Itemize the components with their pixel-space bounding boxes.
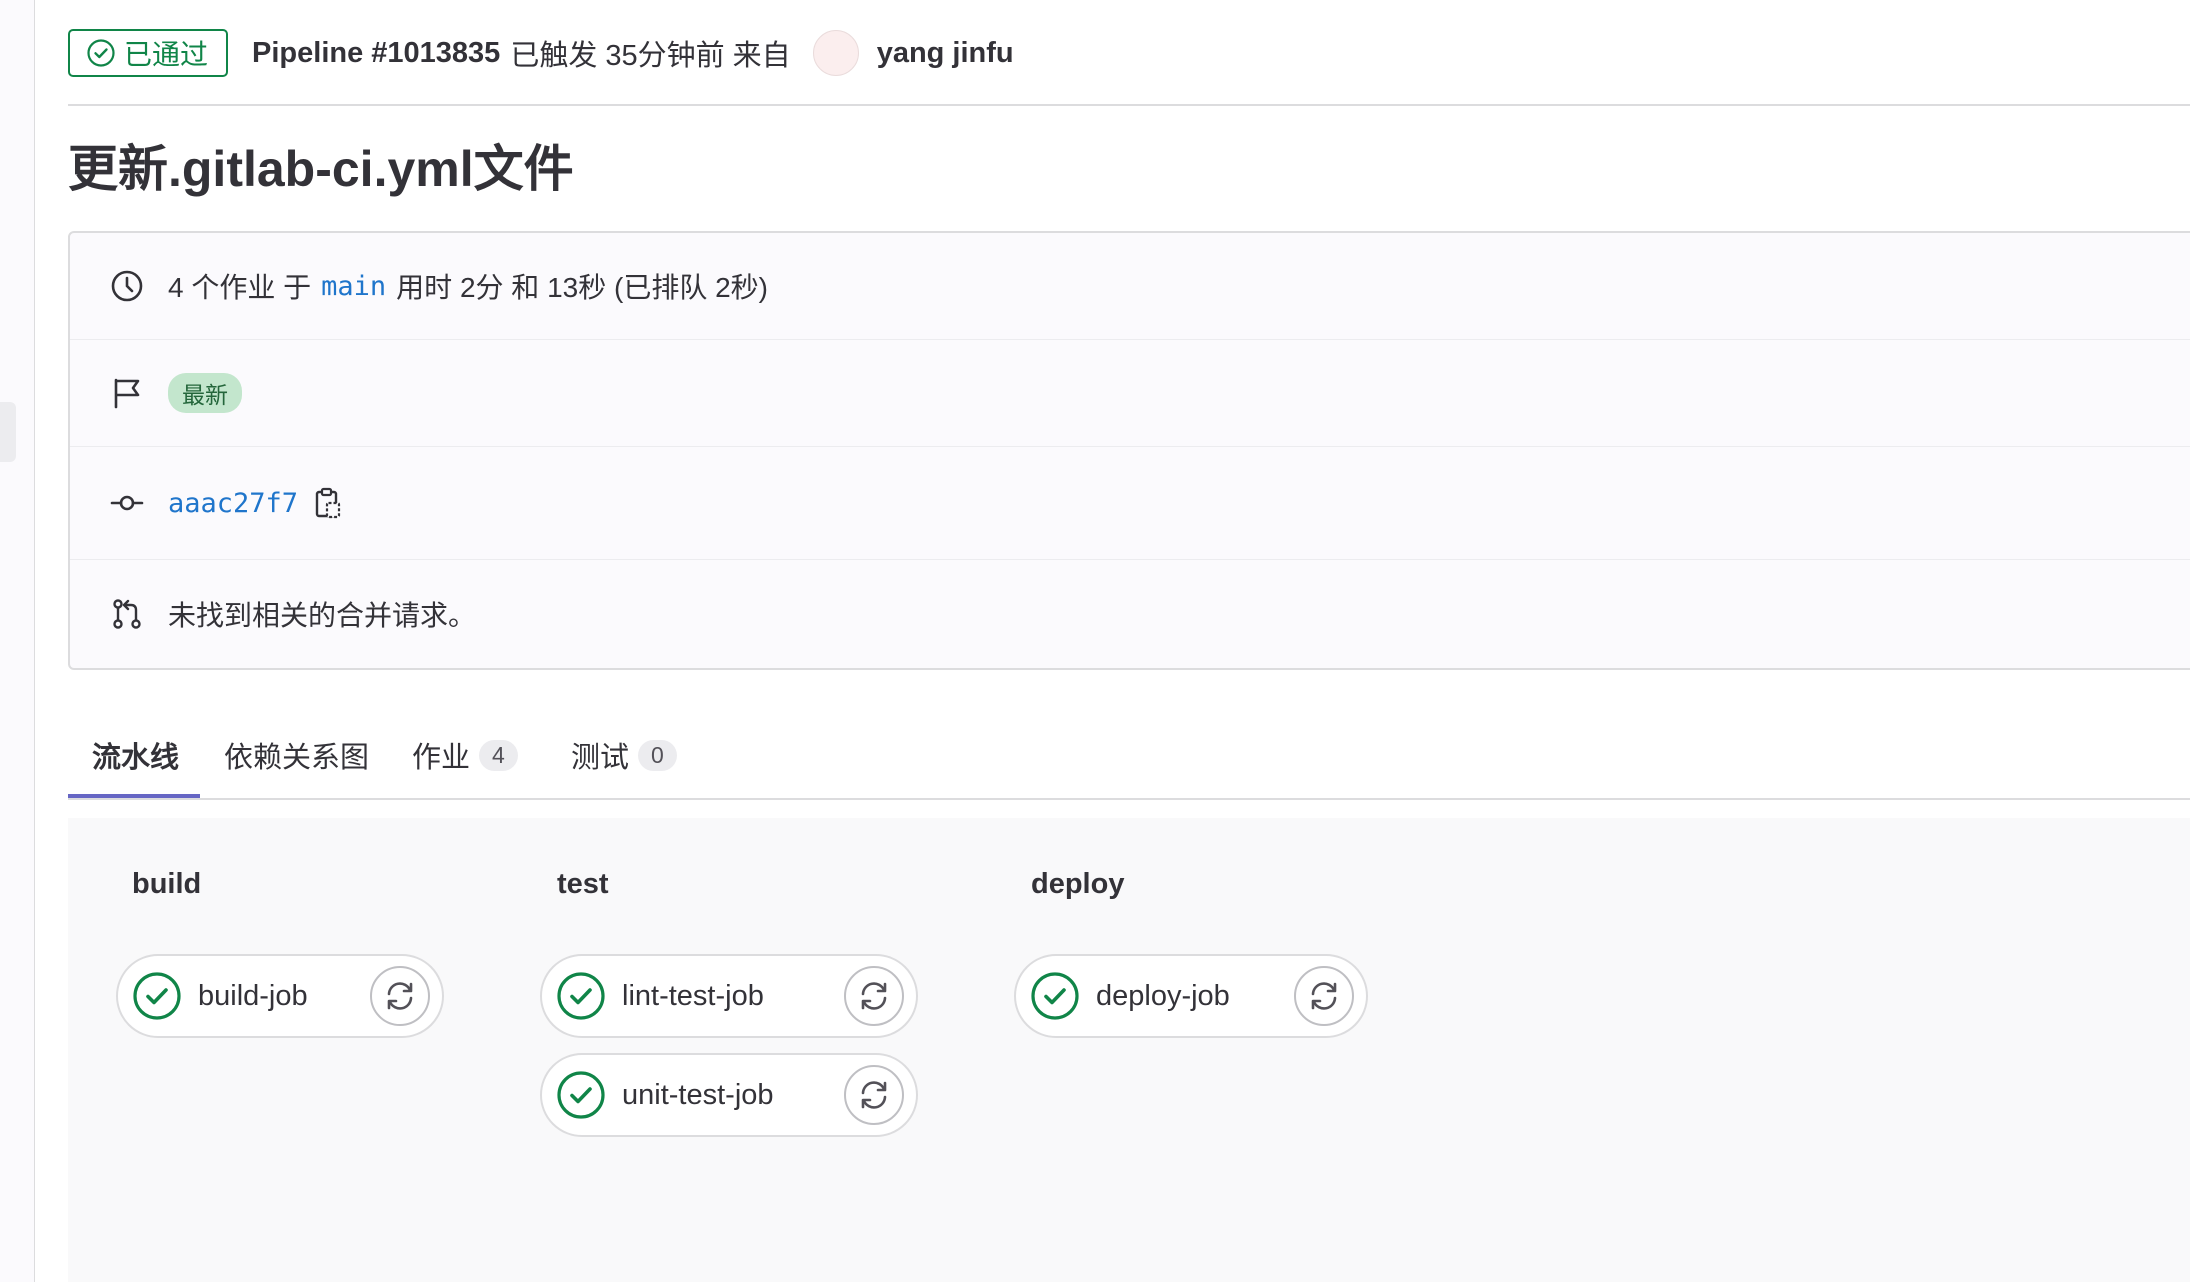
active-tab-indicator <box>68 794 200 798</box>
pipeline-tabs: 流水线 依赖关系图 作业 4 测试 0 <box>68 710 2190 800</box>
jobs-summary-prefix: 4 个作业 于 <box>168 272 312 303</box>
tab-label: 流水线 <box>92 742 180 774</box>
pipeline-graph <box>68 818 2190 1282</box>
merge-request-row: 未找到相关的合并请求。 <box>70 560 2190 668</box>
pipeline-id: Pipeline #1013835 <box>252 36 501 69</box>
retry-icon <box>387 982 413 1010</box>
stage-title-test: test <box>557 868 609 900</box>
job-name: build-job <box>198 980 308 1012</box>
commit-icon <box>110 486 144 520</box>
check-circle-icon <box>1031 972 1079 1020</box>
job-deploy-job[interactable]: deploy-job <box>1014 954 1368 1038</box>
job-name: unit-test-job <box>622 1079 774 1111</box>
merge-request-text: 未找到相关的合并请求。 <box>168 600 477 631</box>
stage-title-build: build <box>132 868 202 900</box>
tab-label: 依赖关系图 <box>224 742 370 774</box>
retry-button[interactable] <box>1294 966 1354 1026</box>
retry-button[interactable] <box>370 966 430 1026</box>
tab-jobs[interactable]: 作业 4 <box>412 710 518 800</box>
check-circle-icon <box>557 972 605 1020</box>
jobs-count-badge: 4 <box>479 739 518 771</box>
commit-sha-link[interactable]: aaac27f7 <box>168 488 298 519</box>
stage-title-deploy: deploy <box>1031 868 1125 900</box>
header-divider <box>68 104 2190 106</box>
job-lint-test-job[interactable]: lint-test-job <box>540 954 918 1038</box>
sidebar-collapse-handle[interactable] <box>0 402 16 462</box>
branch-link[interactable]: main <box>321 271 386 302</box>
merge-request-icon <box>110 597 144 631</box>
flag-icon <box>110 376 144 410</box>
latest-badge: 最新 <box>168 373 242 413</box>
check-circle-icon <box>87 39 115 67</box>
retry-button[interactable] <box>844 1065 904 1125</box>
pipeline-header: 已通过 Pipeline #1013835 已触发 35分钟前 来自 yang … <box>68 25 1014 81</box>
avatar[interactable] <box>812 30 859 76</box>
tab-label: 测试 <box>571 742 630 774</box>
job-name: deploy-job <box>1096 980 1230 1012</box>
commit-row: aaac27f7 <box>70 447 2190 560</box>
tests-count-badge: 0 <box>638 739 677 771</box>
clipboard-icon[interactable] <box>314 487 342 519</box>
check-circle-icon <box>133 972 181 1020</box>
tab-tests[interactable]: 测试 0 <box>571 710 677 800</box>
clock-icon <box>110 269 144 303</box>
duration-row: 4 个作业 于 main 用时 2分 和 13秒 (已排队 2秒) <box>70 233 2190 340</box>
tab-pipeline[interactable]: 流水线 <box>92 710 179 800</box>
duration-text: 用时 2分 和 13秒 (已排队 2秒) <box>396 272 769 303</box>
pipeline-info-card: 4 个作业 于 main 用时 2分 和 13秒 (已排队 2秒) 最新 aaa… <box>68 231 2190 670</box>
retry-button[interactable] <box>844 966 904 1026</box>
tab-dependency-graph[interactable]: 依赖关系图 <box>224 710 369 800</box>
left-sidebar-rail <box>0 0 35 1282</box>
job-name: lint-test-job <box>622 980 764 1012</box>
job-build-job[interactable]: build-job <box>116 954 444 1038</box>
status-badge[interactable]: 已通过 <box>68 29 229 77</box>
retry-icon <box>1311 982 1337 1010</box>
check-circle-icon <box>557 1071 605 1119</box>
job-unit-test-job[interactable]: unit-test-job <box>540 1053 918 1137</box>
page-title: 更新.gitlab-ci.yml文件 <box>68 141 574 197</box>
user-name-link[interactable]: yang jinfu <box>877 37 1014 70</box>
trigger-info: 已触发 35分钟前 来自 <box>510 40 791 72</box>
latest-row: 最新 <box>70 340 2190 447</box>
status-badge-label: 已通过 <box>124 39 209 70</box>
retry-icon <box>861 1081 887 1109</box>
tab-label: 作业 <box>412 742 471 774</box>
retry-icon <box>861 982 887 1010</box>
